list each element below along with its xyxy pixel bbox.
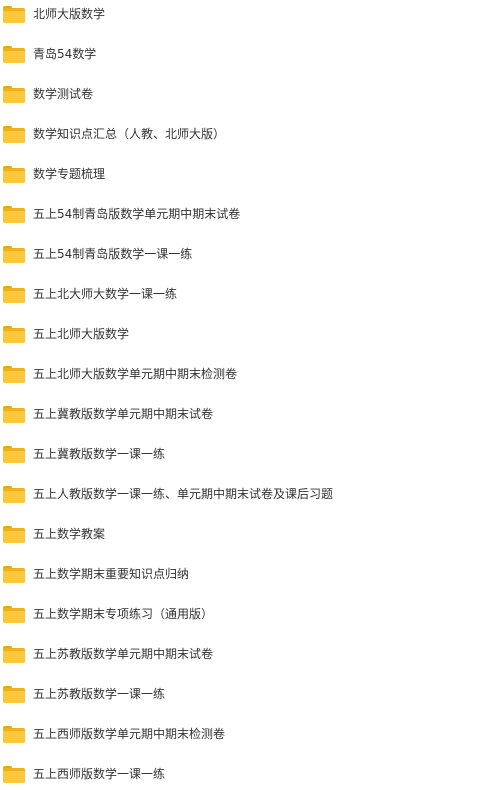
folder-icon [3,166,25,183]
folder-item[interactable]: 五上54制青岛版数学单元期中期末试卷 [0,200,482,230]
folder-icon [3,46,25,63]
folder-item[interactable]: 数学知识点汇总（人教、北师大版） [0,120,482,150]
folder-name: 数学专题梳理 [33,167,106,181]
folder-icon [3,126,25,143]
folder-item[interactable]: 五上西师版数学单元期中期末检测卷 [0,720,482,750]
folder-name: 五上西师版数学一课一练 [33,767,166,781]
folder-item[interactable]: 五上苏教版数学单元期中期末试卷 [0,640,482,670]
folder-item[interactable]: 五上数学期末专项练习（通用版） [0,600,482,630]
folder-name: 五上54制青岛版数学一课一练 [33,247,193,261]
folder-icon [3,366,25,383]
folder-item[interactable]: 五上冀教版数学单元期中期末试卷 [0,400,482,430]
folder-name: 五上苏教版数学一课一练 [33,687,166,701]
folder-icon [3,326,25,343]
folder-name: 五上数学期末专项练习（通用版） [33,607,214,621]
folder-name: 五上人教版数学一课一练、单元期中期末试卷及课后习题 [33,487,334,501]
folder-item[interactable]: 五上冀教版数学一课一练 [0,440,482,470]
folder-name: 北师大版数学 [33,7,106,21]
folder-icon [3,446,25,463]
folder-name: 五上西师版数学单元期中期末检测卷 [33,727,226,741]
folder-icon [3,646,25,663]
folder-name: 五上冀教版数学一课一练 [33,447,166,461]
folder-name: 五上数学期末重要知识点归纳 [33,567,190,581]
folder-name: 五上数学教案 [33,527,106,541]
folder-item[interactable]: 青岛54数学 [0,40,482,70]
folder-name: 数学测试卷 [33,87,94,101]
folder-item[interactable]: 五上北师大版数学单元期中期末检测卷 [0,360,482,390]
folder-icon [3,766,25,783]
folder-item[interactable]: 五上北师大版数学 [0,320,482,350]
folder-name: 五上苏教版数学单元期中期末试卷 [33,647,214,661]
folder-icon [3,686,25,703]
folder-name: 五上冀教版数学单元期中期末试卷 [33,407,214,421]
folder-name: 五上54制青岛版数学单元期中期末试卷 [33,207,241,221]
folder-item[interactable]: 五上54制青岛版数学一课一练 [0,240,482,270]
folder-item[interactable]: 五上北大师大数学一课一练 [0,280,482,310]
folder-name: 五上北师大版数学单元期中期末检测卷 [33,367,238,381]
folder-icon [3,726,25,743]
folder-item[interactable]: 数学测试卷 [0,80,482,110]
folder-icon [3,286,25,303]
folder-icon [3,246,25,263]
folder-icon [3,206,25,223]
folder-icon [3,526,25,543]
folder-name: 青岛54数学 [33,47,97,61]
folder-icon [3,86,25,103]
folder-icon [3,406,25,423]
folder-item[interactable]: 五上数学教案 [0,520,482,550]
folder-item[interactable]: 五上苏教版数学一课一练 [0,680,482,710]
folder-item[interactable]: 五上人教版数学一课一练、单元期中期末试卷及课后习题 [0,480,482,510]
folder-icon [3,6,25,23]
folder-item[interactable]: 北师大版数学 [0,0,482,30]
folder-icon [3,606,25,623]
folder-item[interactable]: 五上西师版数学一课一练 [0,760,482,790]
folder-icon [3,566,25,583]
folder-list: 北师大版数学 青岛54数学 数学测试卷 数学知识点汇总（人教、北师大版） 数学专题梳理五… [0,0,482,785]
folder-name: 五上北师大版数学 [33,327,130,341]
folder-item[interactable]: 数学专题梳理 [0,160,482,190]
folder-name: 五上北大师大数学一课一练 [33,287,178,301]
folder-icon [3,486,25,503]
folder-item[interactable]: 五上数学期末重要知识点归纳 [0,560,482,590]
folder-name: 数学知识点汇总（人教、北师大版） [33,127,226,141]
